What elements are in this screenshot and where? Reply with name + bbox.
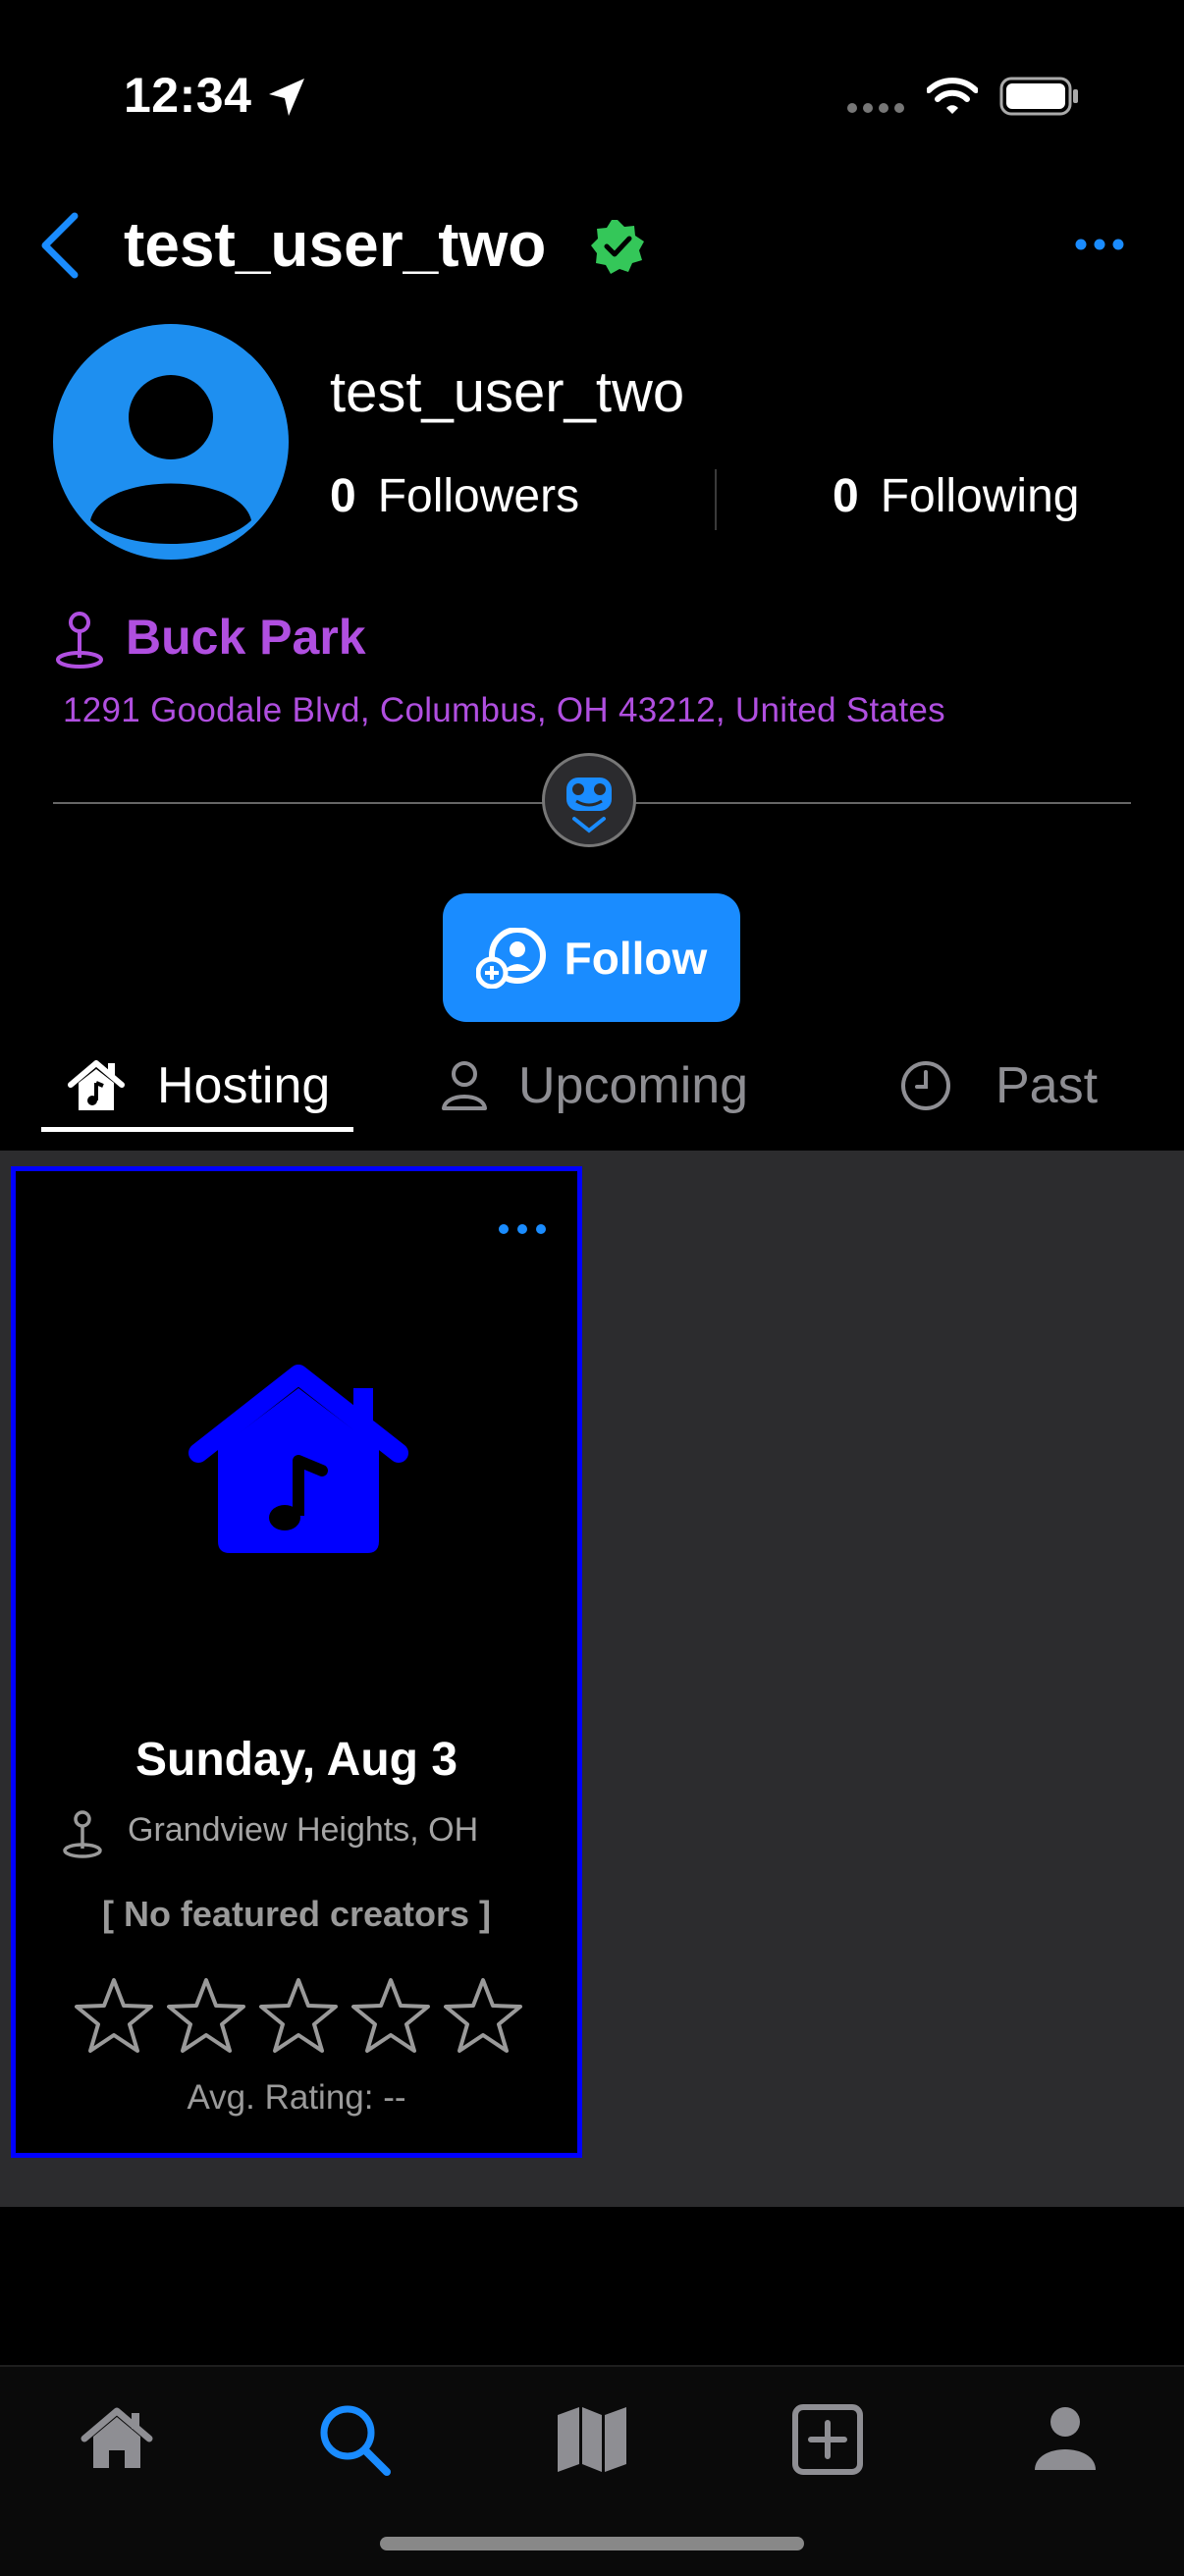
- tab-selected-indicator: [41, 1127, 353, 1132]
- tab-hosting-label: Hosting: [157, 1057, 331, 1114]
- map-icon[interactable]: [556, 2403, 628, 2474]
- nav-title: test_user_two: [124, 209, 547, 280]
- star-icon: [75, 1978, 153, 2053]
- card-more-icon[interactable]: [497, 1222, 548, 1236]
- tab-past[interactable]: Past: [899, 1056, 1098, 1115]
- person-placeholder-icon: [90, 375, 251, 544]
- frog-mascot-icon: [566, 778, 612, 833]
- location-pin-icon: [63, 1810, 102, 1858]
- star-icon: [259, 1978, 338, 2053]
- featured-creators: [ No featured creators ]: [101, 1894, 492, 1934]
- follow-button[interactable]: Follow: [443, 893, 740, 1022]
- following-label: Following: [880, 470, 1080, 522]
- house-music-icon: [68, 1060, 125, 1110]
- tab-hosting[interactable]: Hosting: [67, 1056, 330, 1115]
- home-icon[interactable]: [81, 2405, 153, 2472]
- star-icon: [444, 1978, 522, 2053]
- follow-label: Follow: [564, 932, 708, 984]
- profile-name: test_user_two: [330, 360, 685, 424]
- back-chevron-icon[interactable]: [35, 210, 84, 281]
- wifi-icon: [927, 78, 978, 114]
- verified-badge-icon: [591, 220, 644, 274]
- star-icon: [167, 1978, 245, 2053]
- star-icon: [351, 1978, 430, 2053]
- followers-stat[interactable]: 0 Followers: [330, 469, 579, 523]
- cellular-dots-icon: [847, 103, 904, 113]
- event-card[interactable]: Sunday, Aug 3 Grandview Heights, OH [ No…: [11, 1166, 582, 2158]
- more-ellipsis-icon[interactable]: [1074, 238, 1125, 251]
- followers-count: 0: [330, 470, 356, 522]
- tab-upcoming[interactable]: Upcoming: [440, 1056, 748, 1115]
- add-person-icon: [475, 927, 546, 989]
- person-icon: [442, 1061, 487, 1110]
- location-arrow-icon: [269, 79, 304, 116]
- plus-square-icon[interactable]: [791, 2403, 864, 2476]
- tab-past-label: Past: [996, 1057, 1099, 1114]
- clock-icon: [901, 1061, 950, 1110]
- following-count: 0: [833, 470, 859, 522]
- home-indicator[interactable]: [380, 2537, 804, 2550]
- search-icon[interactable]: [316, 2401, 393, 2478]
- location-pin-icon: [56, 612, 103, 669]
- battery-icon: [999, 77, 1078, 116]
- event-city: Grandview Heights, OH: [128, 1811, 479, 1849]
- followers-label: Followers: [377, 470, 580, 522]
- house-music-icon: [188, 1365, 408, 1553]
- location-address[interactable]: 1291 Goodale Blvd, Columbus, OH 43212, U…: [63, 691, 945, 730]
- event-date: Sunday, Aug 3: [135, 1734, 458, 1786]
- expand-mascot-button[interactable]: [542, 753, 636, 847]
- location-name[interactable]: Buck Park: [126, 609, 366, 666]
- avatar[interactable]: [53, 324, 289, 560]
- following-stat[interactable]: 0 Following: [833, 469, 1079, 523]
- profile-icon[interactable]: [1033, 2405, 1098, 2472]
- average-rating: Avg. Rating: --: [187, 2078, 406, 2117]
- rating-stars: [75, 1976, 522, 2055]
- tab-upcoming-label: Upcoming: [518, 1057, 749, 1114]
- stats-divider: [715, 469, 717, 530]
- status-time: 12:34: [124, 68, 252, 123]
